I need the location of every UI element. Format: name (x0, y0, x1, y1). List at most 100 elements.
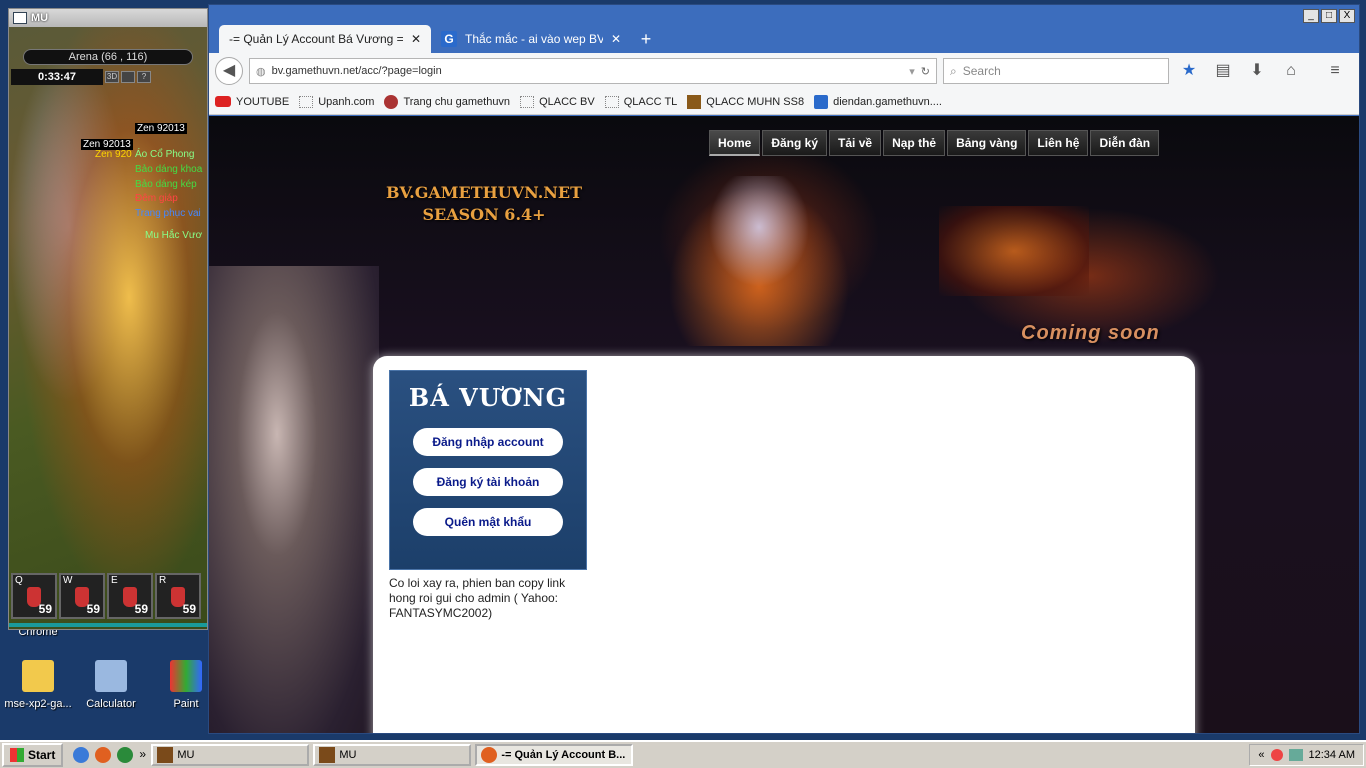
site-logo[interactable]: BV.GAMETHUVN.NET SEASON 6.4+ (379, 182, 589, 226)
maximize-button[interactable]: □ (1321, 9, 1337, 23)
close-window-button[interactable]: X (1339, 9, 1355, 23)
menu-dang-ky[interactable]: Đăng ký (762, 130, 828, 156)
game-scene[interactable]: Arena (66 , 116) 0:33:47 3D ? Zen 92013 … (9, 27, 207, 629)
hotbar-slot[interactable]: E 59 (107, 573, 153, 619)
system-tray: « 12:34 AM (1249, 744, 1364, 766)
menu-bang-vang[interactable]: Bảng vàng (947, 130, 1027, 156)
bookmark-trang-chu[interactable]: Trang chu gamethuvn (384, 94, 510, 109)
folder-icon (22, 660, 54, 692)
downloads-icon[interactable]: ⬇ (1243, 59, 1271, 83)
chat-line: Mu Hắc Vươ (145, 230, 203, 241)
taskbar-item-label: MU (177, 749, 195, 761)
error-message: Co loi xay ra, phien ban copy link hong … (389, 576, 566, 620)
antivirus-icon[interactable] (1270, 749, 1283, 761)
start-button[interactable]: Start (2, 743, 64, 767)
bookmark-qlacc-tl[interactable]: QLACC TL (604, 95, 678, 108)
page-icon (520, 95, 535, 108)
game-titlebar[interactable]: MU (9, 9, 207, 27)
firefox-icon[interactable] (95, 747, 112, 763)
help-button[interactable]: ? (137, 71, 151, 83)
hotbar-key: Q (15, 575, 23, 586)
ie-icon[interactable] (73, 747, 90, 763)
taskbar-item-firefox[interactable]: -= Quản Lý Account B... (475, 744, 634, 766)
back-button[interactable]: ◀ (215, 57, 243, 85)
tray-expand-button[interactable]: « (1258, 749, 1264, 761)
network-icon[interactable] (1288, 749, 1303, 761)
hotbar-key: E (111, 575, 118, 586)
treasure-chest-artwork (939, 206, 1089, 296)
bookmark-qlacc-bv[interactable]: QLACC BV (520, 95, 595, 108)
menu-dien-dan[interactable]: Diễn đàn (1090, 130, 1160, 156)
chevron-icon[interactable]: » (139, 747, 147, 763)
game-window[interactable]: MU Arena (66 , 116) 0:33:47 3D ? Zen 920… (8, 8, 208, 630)
menu-icon[interactable]: ≡ (1321, 59, 1349, 83)
forgot-password-button[interactable]: Quên mật khẩu (413, 508, 563, 536)
register-account-button[interactable]: Đăng ký tài khoản (413, 468, 563, 496)
hotbar-key: R (159, 575, 167, 586)
account-actions: Đăng nhập account Đăng ký tài khoản Quên… (390, 428, 586, 536)
new-tab-button[interactable]: + (631, 25, 661, 53)
reload-icon[interactable]: ↻ (921, 65, 930, 78)
windows-logo-icon (10, 748, 24, 762)
account-box: BÁ VƯƠNG Đăng nhập account Đăng ký tài k… (389, 370, 587, 570)
3d-button[interactable]: 3D (105, 71, 119, 83)
firefox-window[interactable]: _ □ X -= Quản Lý Account Bá Vương =- ...… (208, 4, 1360, 734)
g-icon: G (441, 31, 457, 47)
menu-tai-ve[interactable]: Tải về (829, 130, 882, 156)
game-toolbar: 3D ? (105, 71, 151, 83)
game-title: MU (31, 12, 49, 24)
bookmark-star-icon[interactable]: ★ (1175, 59, 1203, 83)
hotbar-slot[interactable]: Q 59 (11, 573, 57, 619)
taskbar-item-mu-1[interactable]: MU (151, 744, 310, 766)
hotbar-count: 59 (86, 602, 100, 616)
home-icon[interactable]: ⌂ (1277, 59, 1305, 83)
chat-line: Bảo dáng kép (135, 179, 197, 190)
hotbar-slot[interactable]: R 59 (155, 573, 201, 619)
chat-line: Áo Cổ Phong (135, 149, 195, 160)
address-bar[interactable]: ◍ bv.gamethuvn.net/acc/?page=login ▾ ↻ (249, 58, 937, 84)
bookmark-qlacc-muhn[interactable]: QLACC MUHN SS8 (687, 94, 804, 109)
potion-hotbar: Q 59 W 59 E 59 R 59 (11, 573, 201, 619)
bookmark-label: diendan.gamethuvn.... (833, 95, 942, 108)
bookmark-diendan[interactable]: diendan.gamethuvn.... (814, 94, 942, 109)
reading-list-icon[interactable]: ▤ (1209, 59, 1237, 83)
desktop-icon-label: mse-xp2-ga... (4, 698, 72, 710)
mu-icon (157, 747, 174, 763)
minimize-button[interactable]: _ (1303, 9, 1319, 23)
paint-icon (170, 660, 202, 692)
tab-qlacc[interactable]: -= Quản Lý Account Bá Vương =- ... ✕ (219, 25, 431, 53)
bookmark-youtube[interactable]: YOUTUBE (215, 96, 289, 108)
bookmark-label: QLACC BV (539, 95, 595, 108)
menu-home[interactable]: Home (709, 130, 761, 156)
hotbar-slot[interactable]: W 59 (59, 573, 105, 619)
identity-icon[interactable]: ◍ (256, 65, 266, 78)
login-account-button[interactable]: Đăng nhập account (413, 428, 563, 456)
chat-line: Trang phục vai (135, 208, 201, 219)
mu-icon (319, 747, 336, 763)
tab-thac-mac[interactable]: G Thắc mắc - ai vào wep BV bị n... ✕ (431, 25, 631, 53)
hotbar-count: 59 (182, 602, 196, 616)
youtube-icon (215, 96, 231, 107)
desktop-icon-calculator[interactable]: Calculator (73, 660, 149, 710)
menu-lien-he[interactable]: Liên hệ (1028, 130, 1089, 156)
bookmark-label: QLACC TL (623, 95, 678, 108)
bookmark-upanh[interactable]: Upanh.com (299, 95, 374, 108)
winged-emblem-artwork (659, 176, 859, 346)
clock[interactable]: 12:34 AM (1309, 749, 1355, 761)
tab-title: -= Quản Lý Account Bá Vương =- ... (229, 32, 403, 46)
media-player-icon[interactable] (117, 747, 134, 763)
desktop-icon-folder[interactable]: mse-xp2-ga... (0, 660, 76, 710)
taskbar-item-mu-2[interactable]: MU (313, 744, 472, 766)
camera-icon[interactable] (121, 71, 135, 83)
search-input[interactable]: ⌕ Search (943, 58, 1169, 84)
menu-nap-the[interactable]: Nạp thẻ (883, 130, 946, 156)
close-icon[interactable]: ✕ (611, 32, 621, 46)
arena-label: Arena (66 , 116) (23, 49, 193, 65)
page-icon (299, 95, 314, 108)
url-text: bv.gamethuvn.net/acc/?page=login (271, 65, 442, 77)
window-controls: _ □ X (1303, 9, 1355, 23)
chat-line: Bảo dáng khoa (135, 164, 203, 175)
logo-line1: BV.GAMETHUVN.NET (386, 183, 582, 202)
close-icon[interactable]: ✕ (411, 32, 421, 46)
dropdown-icon[interactable]: ▾ (909, 65, 915, 78)
